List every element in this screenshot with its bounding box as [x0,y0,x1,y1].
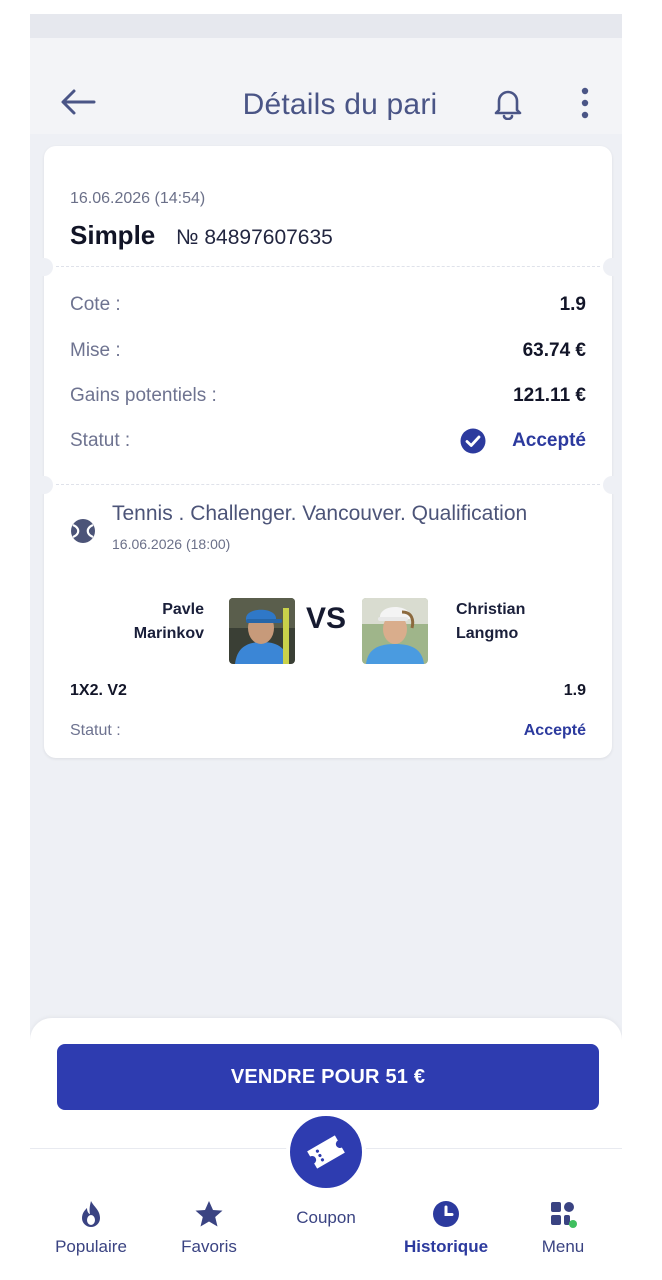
page-title: Détails du pari [242,88,438,121]
nav-favoris[interactable]: Favoris [154,1199,264,1257]
player1-name: Pavle Marinkov [134,598,204,646]
player2-last-name: Langmo [456,625,519,642]
event-date: 16.06.2026 (18:00) [112,536,231,552]
nav-populaire[interactable]: Populaire [36,1199,146,1257]
card-notch [35,258,53,276]
player2-avatar [362,598,428,664]
flame-icon [82,1201,100,1227]
status-label: Statut : [70,430,131,451]
nav-label: Populaire [55,1237,127,1256]
stake-label: Mise : [70,340,121,361]
app-screen: Détails du pari 16.06.2026 (14:54) Simpl… [30,14,622,1262]
status-value: Accepté [512,430,586,451]
odds-value: 1.9 [559,294,586,315]
player2-name: Christian Langmo [456,598,525,646]
nav-label: Historique [403,1237,489,1256]
potential-winnings-label: Gains potentiels : [70,385,217,406]
divider [56,484,600,485]
player1-avatar [229,598,295,664]
selection-status-value: Accepté [523,722,586,739]
selection-status-label: Statut : [70,722,121,739]
player1-first-name: Pavle [162,601,204,618]
star-icon [195,1201,223,1227]
odds-label: Cote : [70,294,121,315]
nav-label: Menu [541,1237,585,1256]
player1-last-name: Marinkov [133,625,204,642]
nav-historique[interactable]: Historique [391,1199,501,1257]
clock-icon [433,1201,459,1227]
event-league: Tennis . Challenger. Vancouver. Qualific… [112,502,528,525]
divider [56,266,600,267]
cash-out-button[interactable]: VENDRE POUR 51 € [57,1044,599,1110]
nav-menu[interactable]: Menu [508,1199,618,1257]
market-label: 1X2. V2 [70,682,127,699]
tennis-ball-icon [71,519,95,543]
bell-icon[interactable] [492,86,524,120]
player2-first-name: Christian [456,601,526,618]
nav-coupon-label[interactable]: Coupon [276,1208,376,1228]
card-notch [35,476,53,494]
selection-odds: 1.9 [563,682,586,699]
more-options-icon[interactable] [578,86,592,120]
versus-label: VS [306,602,347,635]
coupon-button[interactable] [286,1112,366,1192]
back-arrow-icon[interactable] [60,88,96,116]
stake-value: 63.74 € [522,340,586,361]
status-bar [30,14,622,38]
bet-date: 16.06.2026 (14:54) [70,190,206,207]
card-notch [603,476,621,494]
bet-number: № 84897607635 [176,226,333,249]
card-notch [603,258,621,276]
grid-icon [551,1202,577,1228]
bet-type: Simple [70,220,156,250]
app-header: Détails du pari [30,38,622,134]
check-circle-icon [460,428,486,454]
bet-details-card: 16.06.2026 (14:54) Simple № 84897607635 … [35,146,621,758]
potential-winnings-value: 121.11 € [513,385,586,406]
nav-label: Favoris [181,1237,237,1256]
ticket-icon [307,1135,345,1169]
